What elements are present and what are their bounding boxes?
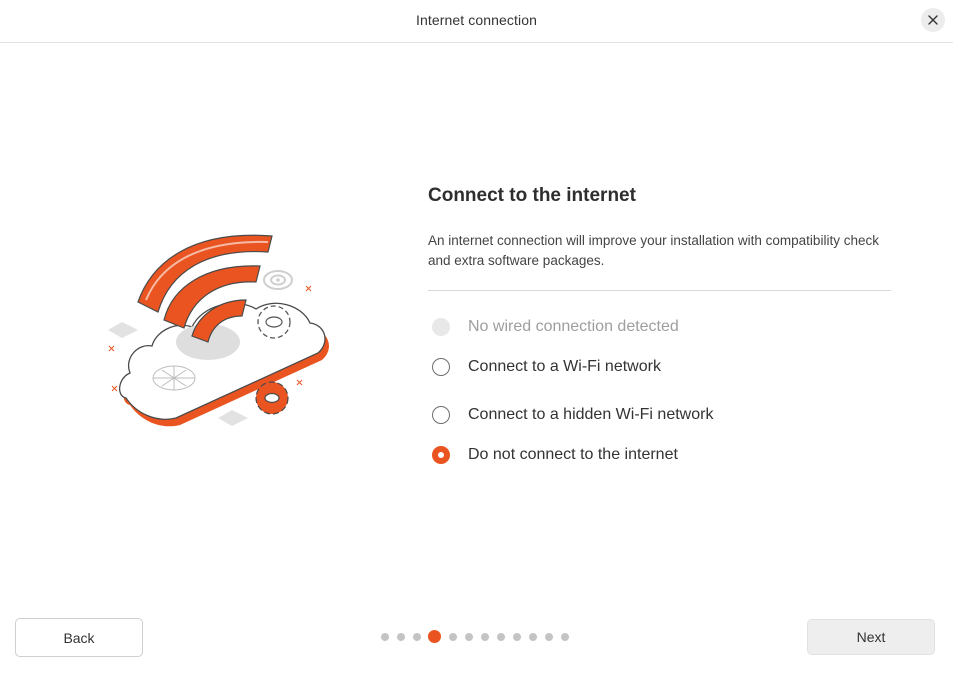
page-description: An internet connection will improve your… — [428, 233, 879, 268]
option-wired: No wired connection detected — [432, 315, 679, 339]
page-dot — [545, 633, 553, 641]
gear-icon — [255, 381, 289, 415]
page-dot — [381, 633, 389, 641]
radio-no-internet[interactable] — [432, 446, 450, 464]
page-dot — [481, 633, 489, 641]
title-bar: Internet connection — [0, 0, 953, 43]
installer-window: Internet connection Connect to the inter… — [0, 0, 953, 673]
option-no-internet-label[interactable]: Do not connect to the internet — [468, 446, 678, 464]
radio-wired — [432, 318, 450, 336]
target-icon — [263, 270, 293, 290]
page-heading: Connect to the internet — [428, 185, 636, 206]
radio-wifi[interactable] — [432, 358, 450, 376]
page-dot — [497, 633, 505, 641]
page-dot — [561, 633, 569, 641]
page-dot — [529, 633, 537, 641]
option-wifi-label[interactable]: Connect to a Wi-Fi network — [468, 358, 661, 376]
page-dot — [413, 633, 421, 641]
next-button[interactable]: Next — [807, 619, 935, 655]
gear-icon — [257, 305, 291, 339]
page-dot — [465, 633, 473, 641]
page-dot — [397, 633, 405, 641]
option-no-internet[interactable]: Do not connect to the internet — [432, 443, 678, 467]
option-hidden-wifi-label[interactable]: Connect to a hidden Wi-Fi network — [468, 406, 713, 424]
page-dot — [513, 633, 521, 641]
page-dot — [449, 633, 457, 641]
globe-icon — [152, 365, 196, 391]
divider — [428, 290, 891, 291]
option-wired-label: No wired connection detected — [468, 318, 679, 335]
option-wifi[interactable]: Connect to a Wi-Fi network — [432, 355, 661, 379]
radio-hidden-wifi[interactable] — [432, 406, 450, 424]
page-dot-active — [428, 630, 441, 643]
wifi-cloud-illustration — [100, 220, 340, 440]
window-title: Internet connection — [416, 12, 537, 28]
option-hidden-wifi[interactable]: Connect to a hidden Wi-Fi network — [432, 403, 713, 427]
close-icon — [928, 15, 938, 25]
close-button[interactable] — [921, 8, 945, 32]
back-button[interactable]: Back — [15, 618, 143, 657]
